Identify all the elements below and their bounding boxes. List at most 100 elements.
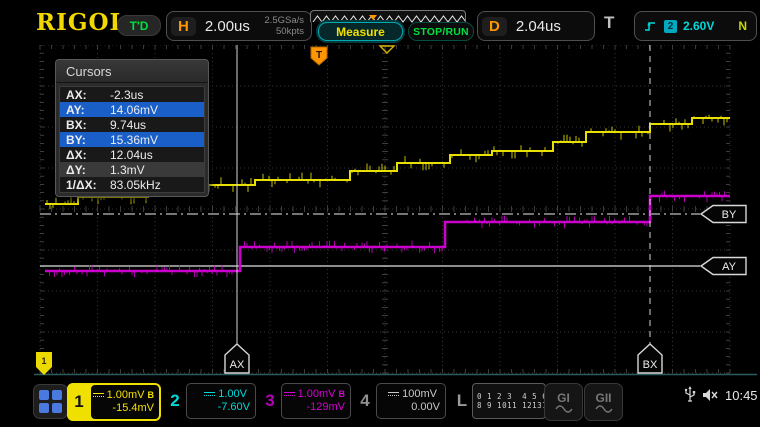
trigger-source-badge: 2	[664, 20, 677, 33]
delay-value: 2.04us	[516, 18, 561, 35]
trigger-label: T	[604, 13, 614, 33]
top-bar: RIGOL T'D H 2.00us 2.5GSa/s 50kpts Measu…	[0, 0, 760, 45]
channel-scale: 1.00mV	[107, 389, 145, 402]
svg-text:AY: AY	[722, 261, 737, 273]
menu-grid-icon	[39, 390, 62, 413]
record-bar[interactable]	[310, 10, 466, 22]
channel-settings: 1.00mVB -15.4mV	[90, 384, 160, 420]
rigol-logo: RIGOL	[36, 9, 127, 36]
generator-label: GI	[557, 392, 570, 404]
channel-settings: 1.00V -7.60V	[186, 383, 256, 419]
cursor-row-bx: BX:9.74us	[60, 117, 204, 132]
svg-text:AX: AX	[230, 359, 245, 371]
cursor-row-ay: AY:14.06mV	[60, 102, 204, 117]
generator-1-button[interactable]: GI	[544, 383, 583, 421]
channel-4-block[interactable]: 4 100mV 0.00V	[354, 383, 446, 419]
generator-2-button[interactable]: GII	[584, 383, 623, 421]
horizontal-position-marker[interactable]	[380, 46, 394, 53]
digital-row-1: 0 1 2 3 4 5 6 7	[477, 392, 541, 401]
acquisition-info: 2.5GSa/s 50kpts	[264, 15, 304, 37]
channel-2-block[interactable]: 2 1.00V -7.60V	[164, 383, 256, 419]
digital-block[interactable]: L 0 1 2 3 4 5 6 7 8 9 1011 12131415	[452, 383, 546, 419]
cursor-row-label: 1/ΔX:	[60, 178, 110, 192]
cursor-row-label: BY:	[60, 133, 110, 147]
cursor-rows: AX:-2.3us AY:14.06mV BX:9.74us BY:15.36m…	[59, 86, 205, 193]
sweep-mode: N	[738, 19, 747, 33]
cursors-panel[interactable]: Cursors AX:-2.3us AY:14.06mV BX:9.74us B…	[55, 59, 209, 197]
channel-number: 3	[259, 383, 281, 419]
trigger-position-marker[interactable]: T	[311, 47, 327, 65]
sample-rate: 2.5GSa/s	[264, 15, 304, 26]
cursor-row-value: 83.05kHz	[110, 178, 204, 192]
clock: 10:45	[725, 388, 758, 403]
bw-limit-badge: B	[339, 388, 346, 401]
cursor-row-label: BX:	[60, 118, 110, 132]
timebase-value: 2.00us	[205, 18, 250, 35]
cursor-row-label: ΔX:	[60, 148, 110, 162]
cursor-row-value: -2.3us	[110, 88, 204, 102]
bottom-bar: 1 1.00mVB -15.4mV 2 1.00V -7.60V 3 1.00m…	[0, 376, 760, 427]
cursor-row-value: 1.3mV	[110, 163, 204, 177]
cursor-bx-badge[interactable]: BX	[638, 344, 662, 373]
channel-scale: 100mV	[402, 388, 437, 401]
dc-coupling-icon	[284, 392, 295, 398]
cursor-row-dx: ΔX:12.04us	[60, 147, 204, 162]
channel-offset: -15.4mV	[112, 402, 154, 415]
sine-icon	[555, 404, 573, 413]
generator-label: GII	[595, 392, 611, 404]
bw-limit-badge: B	[148, 389, 155, 402]
delay-block[interactable]: D 2.04us	[477, 11, 595, 41]
trigger-status-badge: T'D	[117, 15, 161, 36]
rising-edge-icon	[643, 19, 657, 33]
svg-text:BY: BY	[722, 209, 737, 221]
channel-number: 1	[68, 384, 90, 420]
cursor-row-label: ΔY:	[60, 163, 110, 177]
cursor-row-label: AX:	[60, 88, 110, 102]
cursor-ay-badge[interactable]: AY	[701, 258, 746, 275]
speaker-muted-icon	[702, 388, 719, 402]
channel-settings: 1.00mVB -129mV	[281, 383, 351, 419]
channel-settings: 100mV 0.00V	[376, 383, 446, 419]
channel-offset: -7.60V	[218, 401, 250, 414]
cursor-row-value: 9.74us	[110, 118, 204, 132]
cursor-ax-badge[interactable]: AX	[225, 344, 249, 373]
measure-button[interactable]: Measure	[318, 22, 403, 41]
cursor-row-value: 12.04us	[110, 148, 204, 162]
cursor-row-dy: ΔY:1.3mV	[60, 162, 204, 177]
oscilloscope-screen: AX BX BY AY T 1 RIGOL T'D H 2.00us 2.5GSa/s 5…	[0, 0, 760, 427]
usb-icon	[684, 386, 696, 404]
cursors-panel-title: Cursors	[56, 60, 208, 83]
memory-depth: 50kpts	[276, 26, 304, 37]
dc-coupling-icon	[204, 392, 215, 398]
channel-1-block[interactable]: 1 1.00mVB -15.4mV	[67, 383, 161, 421]
cursor-row-value: 15.36mV	[110, 133, 204, 147]
channel-3-block[interactable]: 3 1.00mVB -129mV	[259, 383, 351, 419]
channel-scale: 1.00V	[218, 388, 247, 401]
channel-offset: 0.00V	[411, 401, 440, 414]
cursor-row-by: BY:15.36mV	[60, 132, 204, 147]
digital-label: L	[452, 383, 472, 419]
menu-button[interactable]	[33, 384, 68, 419]
h-label: H	[171, 17, 196, 36]
ch1-position-marker[interactable]: 1	[36, 352, 52, 375]
trigger-level: 2.60V	[683, 19, 714, 33]
trigger-block[interactable]: 2 2.60V N	[634, 11, 757, 41]
cursor-by-badge[interactable]: BY	[701, 206, 746, 223]
cursor-row-freq: 1/ΔX:83.05kHz	[60, 177, 204, 192]
d-label: D	[482, 17, 507, 36]
cursor-row-label: AY:	[60, 103, 110, 117]
channel-number: 2	[164, 383, 186, 419]
channel-offset: -129mV	[306, 401, 345, 414]
svg-text:T: T	[316, 50, 322, 61]
dc-coupling-icon	[388, 392, 399, 398]
dc-coupling-icon	[93, 393, 104, 399]
svg-text:1: 1	[41, 356, 46, 366]
svg-text:BX: BX	[643, 359, 658, 371]
channel-scale: 1.00mV	[298, 388, 336, 401]
horizontal-block[interactable]: H 2.00us 2.5GSa/s 50kpts	[166, 11, 312, 41]
stop-run-button[interactable]: STOP/RUN	[408, 22, 474, 41]
digital-channels: 0 1 2 3 4 5 6 7 8 9 1011 12131415	[472, 383, 546, 419]
digital-row-2: 8 9 1011 12131415	[477, 401, 541, 410]
cursor-row-value: 14.06mV	[110, 103, 204, 117]
cursor-row-ax: AX:-2.3us	[60, 87, 204, 102]
